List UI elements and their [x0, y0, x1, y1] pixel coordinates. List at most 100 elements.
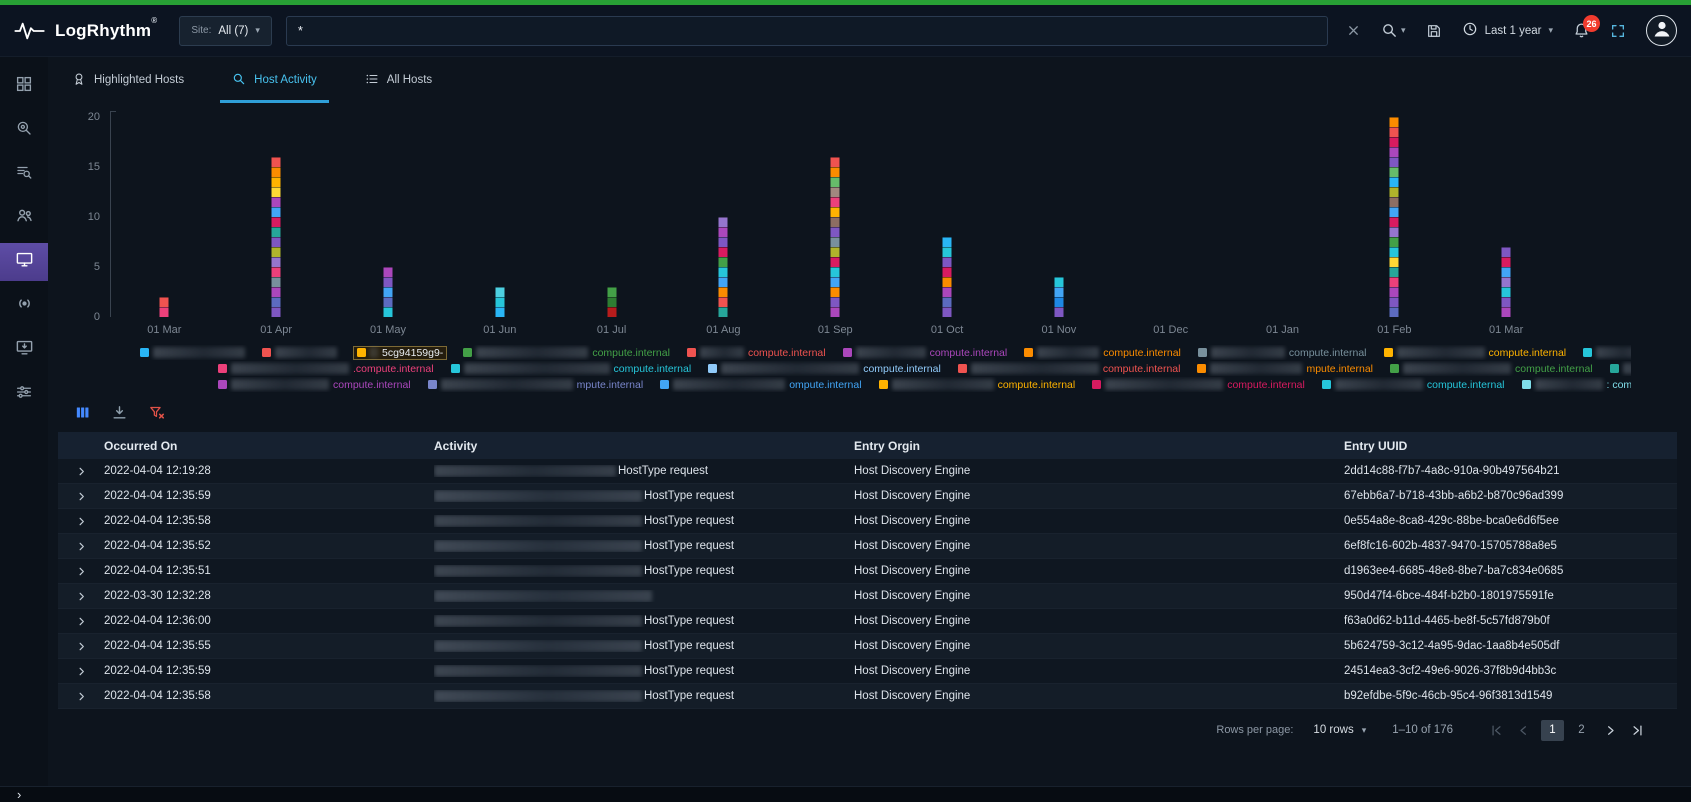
- legend-item[interactable]: compute.internal: [958, 363, 1181, 375]
- legend-item[interactable]: compute.internal: [687, 347, 826, 359]
- row-expand-chevron[interactable]: [58, 516, 104, 527]
- row-expand-chevron[interactable]: [58, 566, 104, 577]
- legend-item[interactable]: compute.internal: [1390, 363, 1593, 375]
- site-filter-dropdown[interactable]: Site: All (7) ▾: [179, 16, 272, 46]
- tab-host-activity[interactable]: Host Activity: [226, 57, 323, 103]
- legend-item[interactable]: [262, 347, 337, 358]
- legend-item[interactable]: compute.internal: [1384, 347, 1567, 359]
- user-avatar[interactable]: [1646, 15, 1677, 46]
- legend-item[interactable]: mpute.internal: [1197, 363, 1373, 375]
- chart-bar[interactable]: [1502, 247, 1511, 317]
- legend-item[interactable]: compute.internal: [1092, 379, 1305, 391]
- legend-item[interactable]: compute.internal: [1024, 347, 1181, 359]
- legend-item[interactable]: : compute.internal: [1522, 379, 1632, 391]
- sidebar-item-search[interactable]: [0, 155, 48, 193]
- notifications-button[interactable]: 26: [1573, 22, 1590, 39]
- table-row[interactable]: 2022-04-04 12:35:59HostType requestHost …: [58, 659, 1677, 684]
- legend-item[interactable]: compute.internal: [1198, 347, 1367, 359]
- legend-item[interactable]: compute.internal: [879, 379, 1076, 391]
- row-expand-chevron[interactable]: [58, 466, 104, 477]
- chart-bar[interactable]: [383, 267, 392, 317]
- bar-segment: [831, 157, 840, 167]
- table-row[interactable]: 2022-04-04 12:35:52HostType requestHost …: [58, 534, 1677, 559]
- legend-item[interactable]: mpute.internal: [428, 379, 644, 391]
- last-page-button[interactable]: [1628, 721, 1647, 740]
- legend-item[interactable]: compute.internal: [218, 379, 411, 391]
- chart-bar[interactable]: [160, 297, 169, 317]
- chart-bar[interactable]: [831, 157, 840, 317]
- table-row[interactable]: 2022-04-04 12:35:58HostType requestHost …: [58, 684, 1677, 709]
- tab-highlighted-hosts[interactable]: Highlighted Hosts: [66, 57, 190, 103]
- table-row[interactable]: 2022-04-04 12:35:59HostType requestHost …: [58, 484, 1677, 509]
- legend-row: 5cg94159g9- compute.internal compute.inter…: [140, 345, 1631, 360]
- bar-segment: [719, 307, 728, 317]
- chart-bar[interactable]: [1054, 277, 1063, 317]
- row-expand-chevron[interactable]: [58, 691, 104, 702]
- next-page-button[interactable]: [1601, 721, 1620, 740]
- page-button-2[interactable]: 2: [1570, 720, 1593, 741]
- chart-bar[interactable]: [719, 217, 728, 317]
- chart-bar[interactable]: [272, 157, 281, 317]
- page-button-1[interactable]: 1: [1541, 720, 1564, 741]
- main-content: Highlighted Hosts Host Activity All Host…: [48, 57, 1691, 786]
- row-expand-chevron[interactable]: [58, 666, 104, 677]
- sidebar-item-administration[interactable]: [0, 375, 48, 413]
- brand-name: LogRhythm®: [55, 21, 157, 41]
- x-axis-label: 01 Aug: [706, 324, 740, 336]
- x-axis-label: 01 Jun: [483, 324, 516, 336]
- rows-per-page-select[interactable]: 10 rows ▾: [1313, 724, 1366, 736]
- legend-item[interactable]: ompute.internal: [660, 379, 861, 391]
- table-row[interactable]: 2022-04-04 12:35:55HostType requestHost …: [58, 634, 1677, 659]
- row-expand-chevron[interactable]: [58, 591, 104, 602]
- redacted-text: [721, 363, 859, 374]
- tab-all-hosts[interactable]: All Hosts: [359, 57, 438, 103]
- row-expand-chevron[interactable]: [58, 541, 104, 552]
- legend-item[interactable]: compute.internal: [708, 363, 941, 375]
- legend-item[interactable]: .compute.internal: [218, 363, 434, 375]
- clear-filters-button[interactable]: [148, 404, 165, 424]
- cell-activity: HostType request: [434, 565, 854, 577]
- table-row[interactable]: 2022-04-04 12:35:58HostType requestHost …: [58, 509, 1677, 534]
- first-page-button[interactable]: [1487, 721, 1506, 740]
- clear-search-button[interactable]: [1346, 23, 1361, 38]
- legend-item[interactable]: compute.internal: [843, 347, 1008, 359]
- legend-item[interactable]: compute.internal: [1322, 379, 1505, 391]
- sidebar-expand-button[interactable]: ›: [17, 788, 21, 801]
- previous-page-button[interactable]: [1514, 721, 1533, 740]
- save-search-button[interactable]: [1426, 23, 1442, 39]
- table-row[interactable]: 2022-04-04 12:35:51HostType requestHost …: [58, 559, 1677, 584]
- legend-item[interactable]: [1610, 363, 1631, 374]
- search-options-button[interactable]: ▾: [1381, 22, 1406, 39]
- chart-bar[interactable]: [495, 287, 504, 317]
- fullscreen-button[interactable]: [1610, 23, 1626, 39]
- export-button[interactable]: [111, 404, 128, 424]
- legend-item[interactable]: compute.internal: [463, 347, 670, 359]
- legend-item[interactable]: [140, 347, 245, 358]
- bar-segment: [719, 217, 728, 227]
- sidebar-item-investigate[interactable]: [0, 111, 48, 149]
- time-range-dropdown[interactable]: Last 1 year ▾: [1462, 21, 1553, 40]
- sidebar-item-users[interactable]: [0, 199, 48, 237]
- chart-legend: 5cg94159g9- compute.internal compute.inter…: [140, 345, 1631, 392]
- columns-button[interactable]: [74, 404, 91, 424]
- table-row[interactable]: 2022-04-04 12:19:28HostType requestHost …: [58, 459, 1677, 484]
- redacted-text: [275, 347, 337, 358]
- legend-item[interactable]: 5cg94159g9-: [354, 347, 446, 359]
- row-expand-chevron[interactable]: [58, 491, 104, 502]
- table-row[interactable]: 2022-04-04 12:36:00HostType requestHost …: [58, 609, 1677, 634]
- chart-bar[interactable]: [607, 287, 616, 317]
- legend-item[interactable]: compute.internal: [451, 363, 692, 375]
- sidebar-item-deployment[interactable]: [0, 331, 48, 369]
- row-expand-chevron[interactable]: [58, 641, 104, 652]
- legend-item[interactable]: ompute.internal: [1583, 347, 1631, 359]
- sidebar-item-network[interactable]: [0, 287, 48, 325]
- legend-label: compute.internal: [614, 363, 692, 375]
- rows-per-page-value: 10 rows: [1313, 724, 1353, 736]
- sidebar-item-hosts[interactable]: [0, 243, 48, 281]
- table-row[interactable]: 2022-03-30 12:32:28Host Discovery Engine…: [58, 584, 1677, 609]
- row-expand-chevron[interactable]: [58, 616, 104, 627]
- chart-bar[interactable]: [943, 237, 952, 317]
- sidebar-item-dashboards[interactable]: [0, 67, 48, 105]
- chart-bar[interactable]: [1390, 117, 1399, 317]
- search-input[interactable]: [286, 16, 1328, 46]
